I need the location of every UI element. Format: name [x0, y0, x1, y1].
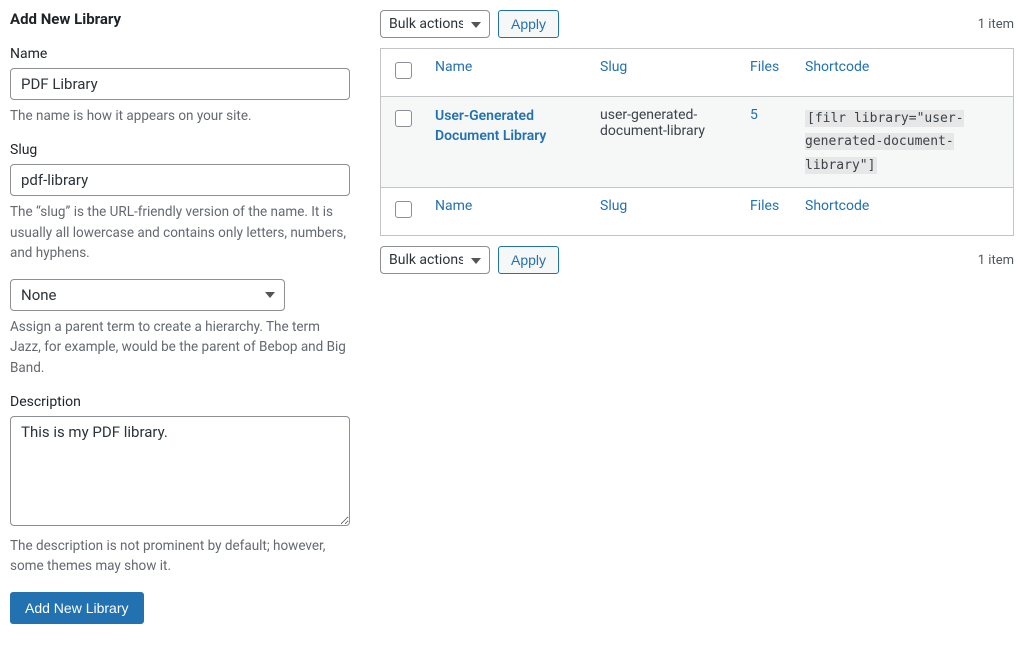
description-label: Description [10, 394, 350, 410]
apply-bottom-button[interactable]: Apply [498, 246, 559, 274]
apply-top-button[interactable]: Apply [498, 10, 559, 38]
name-input[interactable] [10, 68, 350, 100]
col-footer-shortcode[interactable]: Shortcode [805, 198, 869, 214]
col-header-files[interactable]: Files [750, 59, 779, 75]
table-row: User-Generated Document Library user-gen… [381, 97, 1014, 188]
add-new-library-button[interactable]: Add New Library [10, 592, 144, 624]
col-header-shortcode[interactable]: Shortcode [805, 59, 869, 75]
item-count-top: 1 item [978, 17, 1014, 32]
slug-label: Slug [10, 142, 350, 158]
col-footer-slug[interactable]: Slug [600, 198, 627, 214]
parent-select[interactable]: None [10, 279, 285, 311]
bulk-actions-top-select[interactable]: Bulk actions [380, 10, 490, 38]
col-footer-files[interactable]: Files [750, 198, 779, 214]
slug-input[interactable] [10, 164, 350, 196]
row-checkbox[interactable] [395, 110, 412, 127]
description-textarea[interactable]: This is my PDF library. [10, 416, 350, 526]
row-shortcode: [filr library="user-generated-document-l… [805, 110, 964, 174]
bulk-actions-bottom-select[interactable]: Bulk actions [380, 246, 490, 274]
name-label: Name [10, 46, 350, 62]
row-slug: user-generated-document-library [590, 97, 740, 188]
item-count-bottom: 1 item [978, 253, 1014, 268]
slug-desc: The “slug” is the URL-friendly version o… [10, 202, 350, 263]
row-files-link[interactable]: 5 [750, 107, 758, 123]
row-name-link[interactable]: User-Generated Document Library [435, 108, 546, 144]
name-desc: The name is how it appears on your site. [10, 106, 350, 126]
description-desc: The description is not prominent by defa… [10, 536, 350, 577]
select-all-bottom-checkbox[interactable] [395, 201, 412, 218]
form-heading: Add New Library [10, 10, 350, 28]
col-header-name[interactable]: Name [435, 59, 472, 75]
select-all-top-checkbox[interactable] [395, 62, 412, 79]
col-footer-name[interactable]: Name [435, 198, 472, 214]
col-header-slug[interactable]: Slug [600, 59, 627, 75]
parent-desc: Assign a parent term to create a hierarc… [10, 317, 350, 378]
